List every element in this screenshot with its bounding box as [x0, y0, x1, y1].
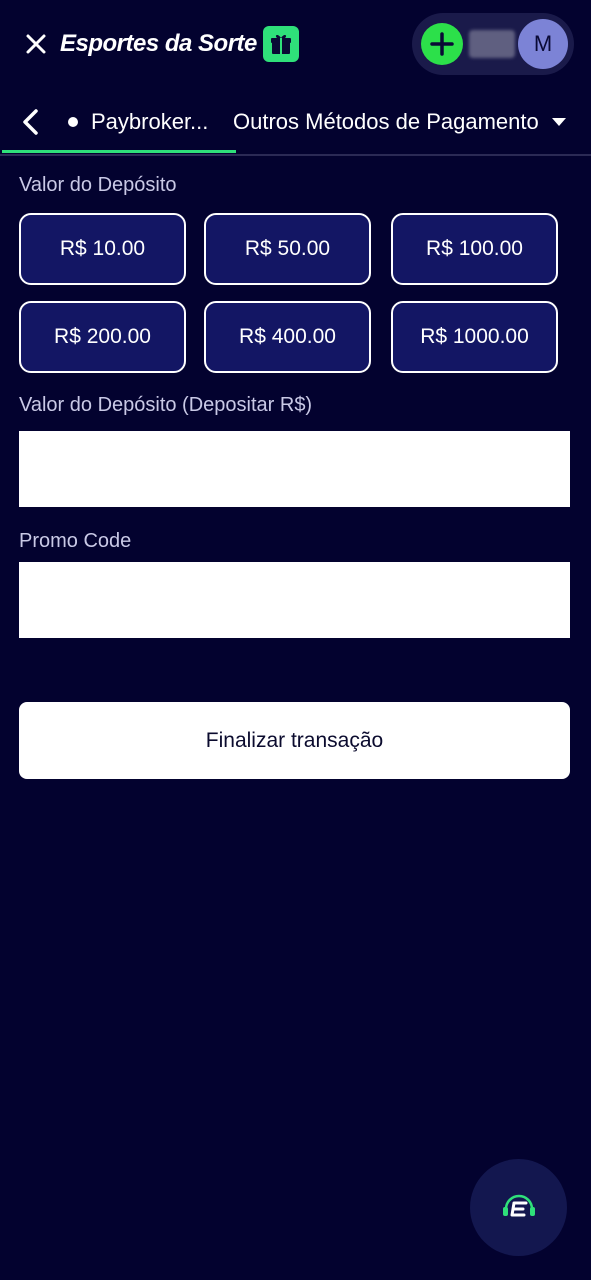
header: Esportes da Sorte M	[0, 0, 591, 88]
active-dot	[68, 117, 78, 127]
support-chat-icon	[502, 1194, 535, 1216]
balance-hidden	[469, 30, 515, 58]
add-funds-button[interactable]	[421, 23, 463, 65]
tab-other-methods[interactable]: Outros Métodos de Pagamento	[233, 108, 567, 136]
amount-button-50[interactable]: R$ 50.00	[204, 213, 371, 285]
gift-icon	[270, 34, 291, 54]
gift-button[interactable]	[262, 26, 299, 62]
amount-button-400[interactable]: R$ 400.00	[204, 301, 371, 373]
amount-button-200[interactable]: R$ 200.00	[19, 301, 186, 373]
logo: Esportes da Sorte	[60, 24, 299, 64]
caret-down-icon	[551, 118, 566, 126]
account-pill: M	[412, 13, 574, 75]
tab-paybroker[interactable]: Paybroker...	[68, 108, 208, 136]
amount-button-100[interactable]: R$ 100.00	[391, 213, 558, 285]
tab-label: Outros Métodos de Pagamento	[233, 109, 539, 134]
close-button[interactable]	[22, 30, 50, 58]
tabs-divider	[0, 154, 591, 156]
avatar[interactable]: M	[518, 19, 568, 69]
amount-input[interactable]	[19, 431, 570, 507]
tab-label: Paybroker...	[91, 109, 209, 134]
tab-active-indicator	[2, 150, 236, 153]
plus-icon	[430, 32, 454, 56]
chevron-left-icon	[23, 109, 38, 135]
promo-code-input[interactable]	[19, 562, 570, 638]
amount-input-label: Valor do Depósito (Depositar R$)	[19, 394, 313, 416]
close-icon	[26, 34, 46, 54]
logo-text: Esportes da Sorte	[60, 30, 257, 57]
amount-button-1000[interactable]: R$ 1000.00	[391, 301, 558, 373]
deposit-section-label: Valor do Depósito	[19, 174, 177, 196]
deposit-page: Esportes da Sorte M Paybroker... Outros …	[0, 0, 591, 1280]
amount-button-10[interactable]: R$ 10.00	[19, 213, 186, 285]
promo-code-label: Promo Code	[19, 530, 132, 552]
finalize-transaction-button[interactable]: Finalizar transação	[19, 702, 570, 779]
back-button[interactable]	[18, 107, 44, 137]
support-chat-button[interactable]	[470, 1159, 567, 1256]
